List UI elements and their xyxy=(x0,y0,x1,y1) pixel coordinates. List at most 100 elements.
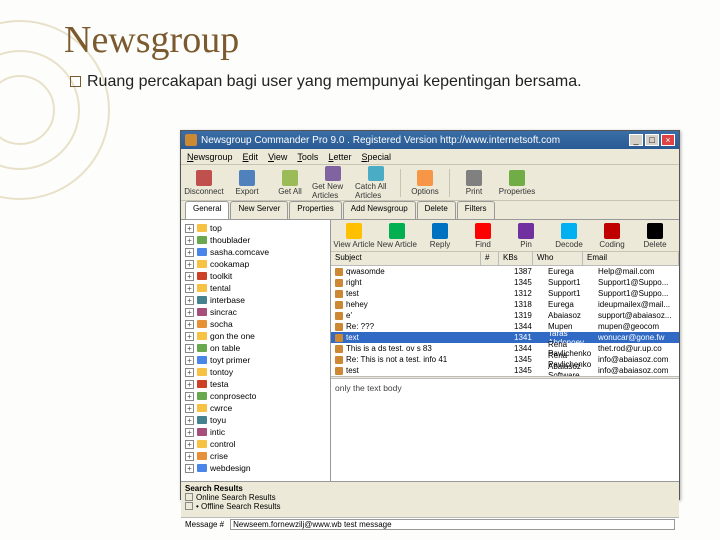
tree-node[interactable]: +top xyxy=(181,222,330,234)
titlebar[interactable]: Newsgroup Commander Pro 9.0 . Registered… xyxy=(181,131,679,149)
expand-icon[interactable]: + xyxy=(185,440,194,449)
col-kb[interactable]: KBs xyxy=(499,252,533,265)
tree-node[interactable]: +conprosecto xyxy=(181,390,330,402)
status-input[interactable] xyxy=(230,519,675,530)
col-subject[interactable]: Subject xyxy=(331,252,481,265)
expand-icon[interactable]: + xyxy=(185,404,194,413)
article-row[interactable]: e'1319Abaiasozsupport@abaiasoz... xyxy=(331,310,679,321)
toolbar-delete[interactable]: Delete xyxy=(634,219,676,253)
minimize-button[interactable]: _ xyxy=(629,134,643,146)
tree-node[interactable]: +intic xyxy=(181,426,330,438)
article-row[interactable]: text1341Taras Abdenoevwonucar@gone.fw xyxy=(331,332,679,343)
menu-item[interactable]: Newsgroup xyxy=(187,152,233,162)
slide-title: Newsgroup xyxy=(64,18,686,62)
expand-icon[interactable]: + xyxy=(185,224,194,233)
article-row[interactable]: This is a ds test. ov s 831344Rena Pavli… xyxy=(331,343,679,354)
menu-item[interactable]: Special xyxy=(361,152,391,162)
tree-node[interactable]: +toyu xyxy=(181,414,330,426)
search-item[interactable]: • Offline Search Results xyxy=(185,502,675,511)
tab-properties[interactable]: Properties xyxy=(289,201,341,219)
tab-delete[interactable]: Delete xyxy=(417,201,456,219)
toolbar-find[interactable]: Find xyxy=(462,219,504,253)
tab-new-server[interactable]: New Server xyxy=(230,201,288,219)
expand-icon[interactable]: + xyxy=(185,320,194,329)
toolbar-options[interactable]: Options xyxy=(404,166,446,200)
expand-icon[interactable]: + xyxy=(185,248,194,257)
expand-icon[interactable]: + xyxy=(185,272,194,281)
toolbar-export[interactable]: Export xyxy=(226,166,268,200)
menu-item[interactable]: Edit xyxy=(243,152,259,162)
menu-item[interactable]: Letter xyxy=(328,152,351,162)
expand-icon[interactable]: + xyxy=(185,296,194,305)
article-list[interactable]: qwasomde1387EuregaHelp@mail.comright1345… xyxy=(331,266,679,376)
tree-node[interactable]: +gon the one xyxy=(181,330,330,342)
expand-icon[interactable]: + xyxy=(185,392,194,401)
tree-node[interactable]: +toyt primer xyxy=(181,354,330,366)
expand-icon[interactable]: + xyxy=(185,452,194,461)
tree-node[interactable]: +webdesign xyxy=(181,462,330,474)
newsgroup-tree[interactable]: +top+thoublader+sasha.comcave+cookamap+t… xyxy=(181,220,331,481)
tree-node[interactable]: +tental xyxy=(181,282,330,294)
article-row[interactable]: Re: This is not a test. info 411345Rena … xyxy=(331,354,679,365)
search-item[interactable]: Online Search Results xyxy=(185,493,675,502)
expand-icon[interactable]: + xyxy=(185,344,194,353)
close-button[interactable]: × xyxy=(661,134,675,146)
menu-item[interactable]: Tools xyxy=(297,152,318,162)
maximize-button[interactable]: □ xyxy=(645,134,659,146)
col-email[interactable]: Email xyxy=(583,252,679,265)
folder-icon xyxy=(197,404,207,412)
expand-icon[interactable]: + xyxy=(185,236,194,245)
expand-icon[interactable]: + xyxy=(185,380,194,389)
article-row[interactable]: Re: ???1344Mupenmupen@geocom xyxy=(331,321,679,332)
search-results: Search Results Online Search Results • O… xyxy=(185,484,675,511)
tree-node[interactable]: +on table xyxy=(181,342,330,354)
article-row[interactable]: test1312Support1Support1@Suppo... xyxy=(331,288,679,299)
tree-node[interactable]: +tontoy xyxy=(181,366,330,378)
toolbar-properties[interactable]: Properties xyxy=(496,166,538,200)
tab-filters[interactable]: Filters xyxy=(457,201,495,219)
reply-icon xyxy=(432,223,448,239)
expand-icon[interactable]: + xyxy=(185,356,194,365)
expand-icon[interactable]: + xyxy=(185,368,194,377)
article-row[interactable]: right1345Support1Support1@Suppo... xyxy=(331,277,679,288)
article-row[interactable]: hehey1318Euregaideupmailex@mail... xyxy=(331,299,679,310)
article-row[interactable]: qwasomde1387EuregaHelp@mail.com xyxy=(331,266,679,277)
app-window: Newsgroup Commander Pro 9.0 . Registered… xyxy=(180,130,680,500)
tab-add-newsgroup[interactable]: Add Newsgroup xyxy=(343,201,416,219)
tree-node[interactable]: +toolkit xyxy=(181,270,330,282)
tree-node[interactable]: +thoublader xyxy=(181,234,330,246)
expand-icon[interactable]: + xyxy=(185,416,194,425)
tree-node[interactable]: +sincrac xyxy=(181,306,330,318)
tree-node[interactable]: +socha xyxy=(181,318,330,330)
col-flag[interactable]: # xyxy=(481,252,499,265)
tree-node[interactable]: +control xyxy=(181,438,330,450)
article-row[interactable]: test1345Abaiasoz Softwareinfo@abaiasoz.c… xyxy=(331,365,679,376)
menu-item[interactable]: View xyxy=(268,152,287,162)
toolbar-new-article[interactable]: New Article xyxy=(376,219,418,253)
expand-icon[interactable]: + xyxy=(185,260,194,269)
tree-node[interactable]: +crise xyxy=(181,450,330,462)
toolbar-decode[interactable]: Decode xyxy=(548,219,590,253)
expand-icon[interactable]: + xyxy=(185,428,194,437)
tree-node[interactable]: +cookamap xyxy=(181,258,330,270)
toolbar-get-all[interactable]: Get All xyxy=(269,166,311,200)
toolbar-view-article[interactable]: View Article xyxy=(333,219,375,253)
tab-general[interactable]: General xyxy=(185,201,229,219)
toolbar-reply[interactable]: Reply xyxy=(419,219,461,253)
expand-icon[interactable]: + xyxy=(185,464,194,473)
folder-icon xyxy=(197,332,207,340)
tree-node[interactable]: +cwrce xyxy=(181,402,330,414)
tree-node[interactable]: +sasha.comcave xyxy=(181,246,330,258)
toolbar-print[interactable]: Print xyxy=(453,166,495,200)
toolbar-catch-all-articles[interactable]: Catch All Articles xyxy=(355,166,397,200)
toolbar-coding[interactable]: Coding xyxy=(591,219,633,253)
toolbar-get-new-articles[interactable]: Get New Articles xyxy=(312,166,354,200)
col-who[interactable]: Who xyxy=(533,252,583,265)
expand-icon[interactable]: + xyxy=(185,332,194,341)
toolbar-pin[interactable]: Pin xyxy=(505,219,547,253)
expand-icon[interactable]: + xyxy=(185,308,194,317)
tree-node[interactable]: +testa xyxy=(181,378,330,390)
tree-node[interactable]: +interbase xyxy=(181,294,330,306)
expand-icon[interactable]: + xyxy=(185,284,194,293)
toolbar-disconnect[interactable]: Disconnect xyxy=(183,166,225,200)
